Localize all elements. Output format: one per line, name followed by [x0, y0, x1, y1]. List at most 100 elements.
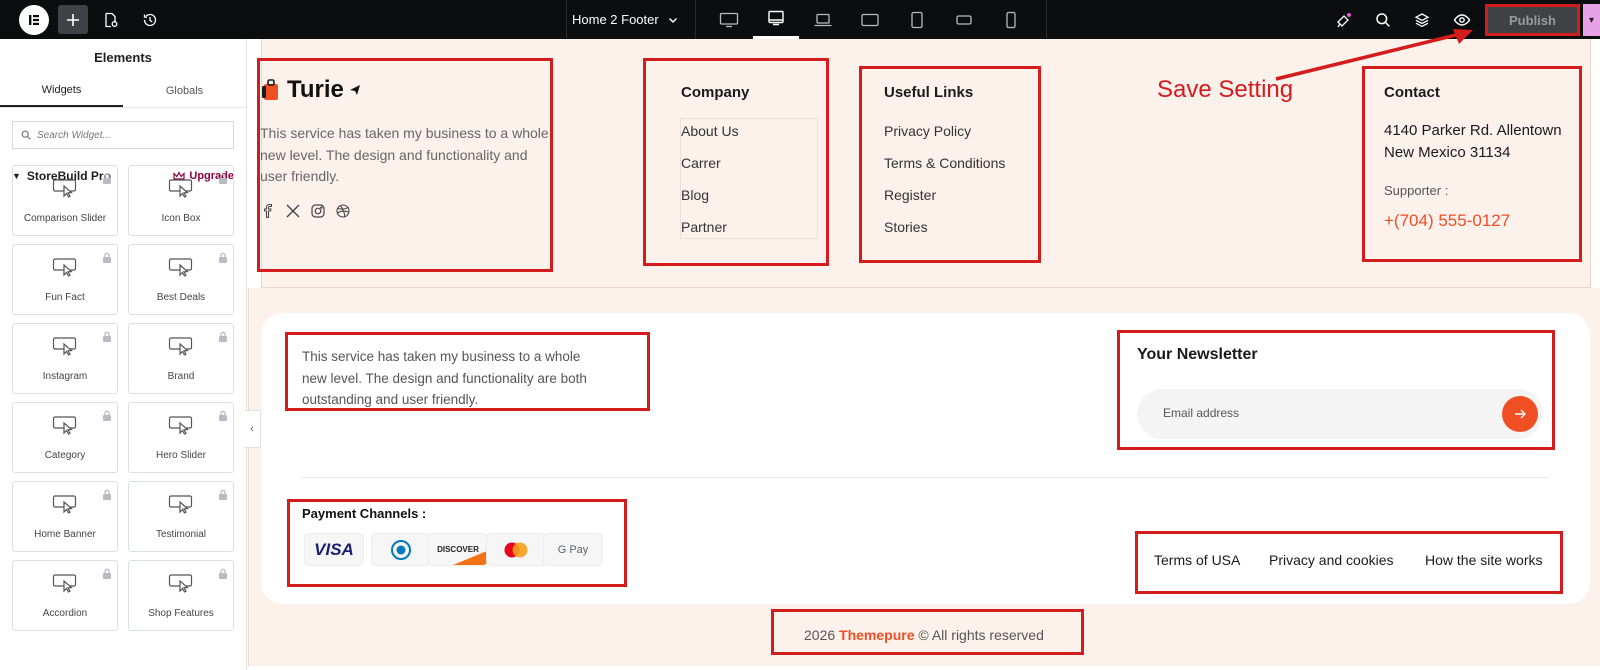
arrow-right-icon: [1515, 409, 1526, 419]
visa-card-icon: VISA: [304, 533, 364, 566]
discover-label: DISCOVER: [437, 545, 479, 554]
widget-brand[interactable]: Brand: [128, 323, 234, 394]
newsletter-heading: Your Newsletter: [1137, 346, 1258, 363]
address-line-2: New Mexico 31134: [1384, 144, 1511, 161]
company-link-blog[interactable]: Blog: [681, 187, 709, 203]
visa-label: VISA: [314, 539, 354, 559]
widget-label: Home Banner: [34, 528, 96, 540]
useful-link-privacy[interactable]: Privacy Policy: [884, 123, 971, 139]
pointer-widget-icon: [52, 494, 78, 519]
tab-globals[interactable]: Globals: [123, 75, 246, 107]
lock-icon: [218, 329, 228, 347]
instagram-icon[interactable]: [311, 204, 325, 223]
widget-search-placeholder: Search Widget...: [37, 129, 111, 141]
widget-grid: Comparison Slider Icon Box Fun Fact Best…: [12, 165, 235, 631]
widget-instagram[interactable]: Instagram: [12, 323, 118, 394]
device-mobile-landscape-icon[interactable]: [941, 0, 987, 39]
suitcase-logo-icon: [262, 79, 278, 100]
pointer-widget-icon: [168, 257, 194, 282]
widget-best-deals[interactable]: Best Deals: [128, 244, 234, 315]
legal-link-privacy[interactable]: Privacy and cookies: [1269, 552, 1394, 568]
widget-label: Shop Features: [148, 607, 214, 619]
legal-link-how-site-works[interactable]: How the site works: [1425, 552, 1542, 568]
contact-address: 4140 Parker Rd. Allentown New Mexico 311…: [1384, 120, 1562, 164]
useful-link-register[interactable]: Register: [884, 187, 936, 203]
useful-link-terms[interactable]: Terms & Conditions: [884, 155, 1005, 171]
pointer-widget-icon: [168, 336, 194, 361]
widget-search-input[interactable]: Search Widget...: [12, 121, 234, 149]
pointer-widget-icon: [52, 178, 78, 203]
widget-label: Icon Box: [161, 212, 201, 224]
panel-tabs: Widgets Globals: [0, 75, 246, 108]
panel-title: Elements: [94, 49, 152, 65]
widget-shop-features[interactable]: Shop Features: [128, 560, 234, 631]
lock-icon: [102, 250, 112, 268]
company-heading: Company: [681, 84, 750, 101]
lock-icon: [102, 408, 112, 426]
device-tablet-landscape-icon[interactable]: [847, 0, 893, 39]
widget-label: Testimonial: [155, 528, 207, 540]
widget-category[interactable]: Category: [12, 402, 118, 473]
tab-widgets[interactable]: Widgets: [0, 75, 123, 107]
collapse-panel-chevron-icon[interactable]: ‹: [244, 410, 261, 448]
pointer-widget-icon: [168, 494, 194, 519]
widget-fun-fact[interactable]: Fun Fact: [12, 244, 118, 315]
lock-icon: [218, 171, 228, 189]
contact-phone[interactable]: +(704) 555-0127: [1384, 211, 1510, 231]
publish-options-chevron-icon[interactable]: ▾: [1583, 4, 1600, 36]
company-link-partner[interactable]: Partner: [681, 219, 727, 235]
supporter-label: Supporter :: [1384, 183, 1449, 198]
newsletter-email-input[interactable]: Email address: [1137, 389, 1543, 439]
elementor-logo-icon[interactable]: [19, 5, 49, 35]
chevron-down-icon: [668, 17, 677, 23]
footer-logo[interactable]: Turie: [260, 76, 361, 104]
copyright-year: 2026: [804, 627, 836, 643]
device-widescreen-icon[interactable]: [753, 0, 799, 39]
widget-icon-box[interactable]: Icon Box: [128, 165, 234, 236]
newsletter-submit-button[interactable]: [1502, 396, 1538, 432]
device-mobile-icon[interactable]: [988, 0, 1034, 39]
company-link-about[interactable]: About Us: [681, 123, 739, 139]
widget-home-banner[interactable]: Home Banner: [12, 481, 118, 552]
discover-card-icon: DISCOVER: [428, 533, 488, 566]
copyright-brand-link[interactable]: Themepure: [839, 627, 914, 643]
widget-accordion[interactable]: Accordion: [12, 560, 118, 631]
useful-links-heading: Useful Links: [884, 84, 974, 101]
lock-icon: [218, 408, 228, 426]
device-tablet-icon[interactable]: [894, 0, 940, 39]
lock-icon: [102, 487, 112, 505]
page-settings-icon[interactable]: [96, 5, 126, 34]
publish-button[interactable]: Publish: [1485, 4, 1580, 36]
add-element-button[interactable]: [58, 5, 88, 34]
widget-label: Brand: [167, 370, 195, 382]
pointer-widget-icon: [52, 336, 78, 361]
lock-icon: [102, 329, 112, 347]
legal-link-terms[interactable]: Terms of USA: [1154, 552, 1240, 568]
widget-comparison-slider[interactable]: Comparison Slider: [12, 165, 118, 236]
social-icons: [261, 204, 350, 223]
document-title-dropdown[interactable]: Home 2 Footer: [572, 0, 679, 39]
lock-icon: [218, 250, 228, 268]
widget-hero-slider[interactable]: Hero Slider: [128, 402, 234, 473]
facebook-icon[interactable]: [261, 204, 275, 223]
device-desktop-icon[interactable]: [706, 0, 752, 39]
history-icon[interactable]: [135, 5, 165, 34]
payment-heading: Payment Channels :: [302, 506, 427, 521]
dribbble-icon[interactable]: [336, 204, 350, 223]
useful-link-stories[interactable]: Stories: [884, 219, 928, 235]
x-twitter-icon[interactable]: [286, 204, 300, 223]
widget-label: Fun Fact: [45, 291, 85, 303]
bottom-description: This service has taken my business to a …: [302, 349, 587, 407]
plane-icon: [349, 85, 360, 95]
company-link-career[interactable]: Carrer: [681, 155, 721, 171]
pointer-widget-icon: [168, 178, 194, 203]
divider: [302, 477, 1548, 478]
device-laptop-icon[interactable]: [800, 0, 846, 39]
widget-label: Accordion: [42, 607, 88, 619]
widget-label: Best Deals: [156, 291, 206, 303]
pointer-widget-icon: [168, 573, 194, 598]
google-pay-icon: G Pay: [543, 533, 603, 566]
copyright-suffix: © All rights reserved: [918, 627, 1044, 643]
pointer-widget-icon: [52, 257, 78, 282]
widget-testimonial[interactable]: Testimonial: [128, 481, 234, 552]
